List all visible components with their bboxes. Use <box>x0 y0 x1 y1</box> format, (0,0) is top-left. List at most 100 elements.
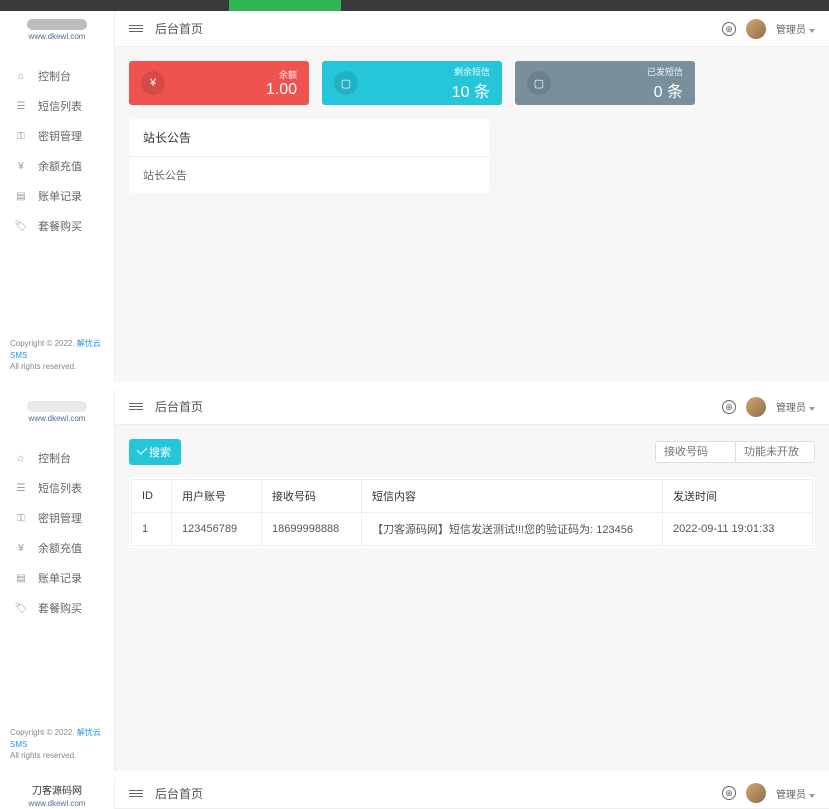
logo-image <box>27 401 87 412</box>
list-icon: ☰ <box>14 481 28 495</box>
avatar[interactable] <box>746 19 766 39</box>
avatar[interactable] <box>746 397 766 417</box>
nav-label: 余额充值 <box>38 158 82 174</box>
cell-user: 123456789 <box>172 513 262 546</box>
list-icon: ☰ <box>14 99 28 113</box>
tag-icon: 🏷 <box>14 219 28 233</box>
card-value: 0 条 <box>551 78 683 102</box>
col-id: ID <box>132 480 172 513</box>
user-name[interactable]: 管理员 <box>776 399 815 414</box>
sidebar-footer: Copyright © 2022. 解忧云SMS All rights rese… <box>0 719 114 771</box>
logo: www.dkewl.com <box>0 397 114 431</box>
nav-key-manage[interactable]: ⚿ 密钥管理 <box>0 503 114 533</box>
topbar: 后台首页 ⊕ 管理员 <box>115 389 829 425</box>
card-label: 余额 <box>165 68 297 81</box>
cell-phone: 18699998888 <box>262 513 362 546</box>
table-row[interactable]: 1 123456789 18699998888 【刀客源码网】短信发送测试!!!… <box>132 513 813 546</box>
copyright-text: Copyright © 2022. <box>10 728 75 737</box>
home-icon: ⌂ <box>14 69 28 83</box>
card-value: 10 条 <box>358 78 490 102</box>
key-icon: ⚿ <box>14 129 28 143</box>
yen-icon: ¥ <box>14 541 28 555</box>
nav-label: 余额充值 <box>38 540 82 556</box>
nav-label: 账单记录 <box>38 188 82 204</box>
nav-sms-list[interactable]: ☰ 短信列表 <box>0 473 114 503</box>
globe-icon[interactable]: ⊕ <box>722 22 736 36</box>
globe-icon[interactable]: ⊕ <box>722 786 736 800</box>
menu-toggle-icon[interactable] <box>129 790 143 797</box>
logo: 刀客源码网 www.dkewl.com <box>0 782 114 808</box>
nav-label: 短信列表 <box>38 480 82 496</box>
nav-bill-record[interactable]: ▤ 账单记录 <box>0 563 114 593</box>
col-content: 短信内容 <box>362 480 663 513</box>
function-input[interactable] <box>735 441 815 463</box>
caret-down-icon <box>809 407 815 411</box>
nav: ⌂ 控制台 ☰ 短信列表 ⚿ 密钥管理 ¥ 余额充值 ▤ 账单记录 🏷 套餐购买 <box>0 431 114 719</box>
phone-input[interactable] <box>655 441 735 463</box>
logo-text: 刀客源码网 <box>10 782 104 797</box>
key-icon: ⚿ <box>14 511 28 525</box>
col-user: 用户账号 <box>172 480 262 513</box>
record-icon: ▤ <box>14 571 28 585</box>
nav-dashboard[interactable]: ⌂ 控制台 <box>0 443 114 473</box>
nav-label: 控制台 <box>38 450 71 466</box>
panel-title: 站长公告 <box>129 119 489 157</box>
check-icon <box>139 445 145 459</box>
record-icon: ▤ <box>14 189 28 203</box>
announcement-panel: 站长公告 站长公告 <box>129 119 489 193</box>
search-button[interactable]: 搜索 <box>129 439 181 465</box>
cell-id: 1 <box>132 513 172 546</box>
yen-icon: ¥ <box>141 71 165 95</box>
nav-label: 套餐购买 <box>38 600 82 616</box>
avatar[interactable] <box>746 783 766 803</box>
rights-text: All rights reserved. <box>10 362 76 371</box>
card-value: 1.00 <box>165 81 297 99</box>
logo-url: www.dkewl.com <box>10 799 104 808</box>
col-time: 发送时间 <box>663 480 813 513</box>
home-icon: ⌂ <box>14 451 28 465</box>
nav-recharge[interactable]: ¥ 余额充值 <box>0 151 114 181</box>
nav: ⌂ 控制台 ☰ 短信列表 ⚿ 密钥管理 ¥ 余额充值 ▤ 账单记录 🏷 套餐购买 <box>0 49 114 330</box>
caret-down-icon <box>809 29 815 33</box>
copyright-text: Copyright © 2022. <box>10 339 75 348</box>
nav-label: 短信列表 <box>38 98 82 114</box>
topbar: 后台首页 ⊕ 管理员 <box>115 778 829 809</box>
monitor-icon: ▢ <box>334 71 358 95</box>
nav-sms-list[interactable]: ☰ 短信列表 <box>0 91 114 121</box>
nav-key-manage[interactable]: ⚿ 密钥管理 <box>0 121 114 151</box>
menu-toggle-icon[interactable] <box>129 403 143 410</box>
page-title: 后台首页 <box>155 398 203 415</box>
card-label: 剩余短信 <box>358 65 490 78</box>
card-remaining-sms: ▢ 剩余短信 10 条 <box>322 61 502 105</box>
sidebar: www.dkewl.com ⌂ 控制台 ☰ 短信列表 ⚿ 密钥管理 ¥ 余额充值… <box>0 389 115 771</box>
top-green-indicator <box>229 0 341 11</box>
cell-content: 【刀客源码网】短信发送测试!!!您的验证码为: 123456 <box>362 513 663 546</box>
sms-table: ID 用户账号 接收号码 短信内容 发送时间 1 123456789 18699… <box>131 479 813 546</box>
card-sent-sms: ▢ 已发短信 0 条 <box>515 61 695 105</box>
nav-dashboard[interactable]: ⌂ 控制台 <box>0 61 114 91</box>
logo-url: www.dkewl.com <box>10 32 104 41</box>
table-header-row: ID 用户账号 接收号码 短信内容 发送时间 <box>132 480 813 513</box>
menu-toggle-icon[interactable] <box>129 25 143 32</box>
card-label: 已发短信 <box>551 65 683 78</box>
monitor-icon: ▢ <box>527 71 551 95</box>
sidebar: www.dkewl.com ⌂ 控制台 ☰ 短信列表 ⚿ 密钥管理 ¥ 余额充值… <box>0 0 115 382</box>
col-phone: 接收号码 <box>262 480 362 513</box>
nav-bill-record[interactable]: ▤ 账单记录 <box>0 181 114 211</box>
user-name[interactable]: 管理员 <box>776 21 815 36</box>
panel-body: 站长公告 <box>129 157 489 193</box>
globe-icon[interactable]: ⊕ <box>722 400 736 414</box>
nav-label: 账单记录 <box>38 570 82 586</box>
page-title: 后台首页 <box>155 20 203 37</box>
logo-image <box>27 19 87 30</box>
page-title: 后台首页 <box>155 785 203 802</box>
nav-package-buy[interactable]: 🏷 套餐购买 <box>0 211 114 241</box>
user-name[interactable]: 管理员 <box>776 786 815 801</box>
nav-package-buy[interactable]: 🏷 套餐购买 <box>0 593 114 623</box>
nav-label: 密钥管理 <box>38 510 82 526</box>
nav-recharge[interactable]: ¥ 余额充值 <box>0 533 114 563</box>
nav-label: 密钥管理 <box>38 128 82 144</box>
sidebar-footer: Copyright © 2022. 解忧云SMS All rights rese… <box>0 330 114 382</box>
nav-label: 套餐购买 <box>38 218 82 234</box>
yen-icon: ¥ <box>14 159 28 173</box>
